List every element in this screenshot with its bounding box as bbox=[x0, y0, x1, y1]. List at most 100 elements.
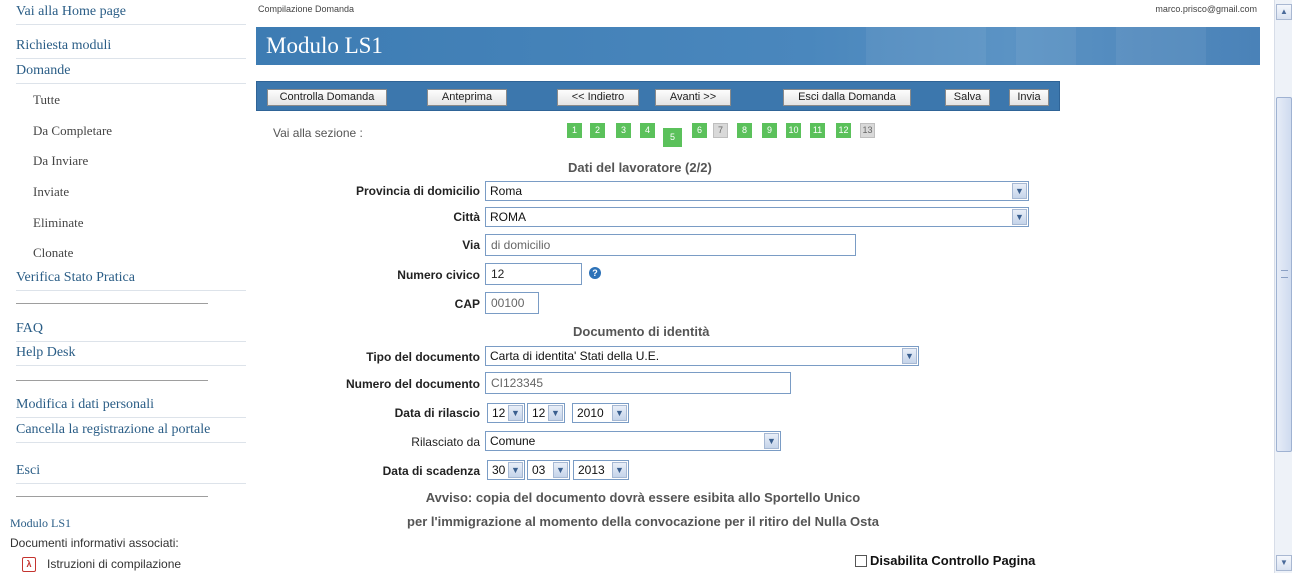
section-page-12[interactable]: 12 bbox=[836, 123, 851, 138]
rilascio-day-value: 12 bbox=[492, 406, 506, 420]
scroll-down-icon[interactable]: ▼ bbox=[1276, 555, 1292, 571]
section-page-6[interactable]: 6 bbox=[692, 123, 707, 138]
grip-icon bbox=[1281, 270, 1288, 278]
rilascio-day-select[interactable]: 12 ▼ bbox=[487, 403, 525, 423]
citta-label: Città bbox=[453, 210, 480, 224]
tipo-documento-value: Carta di identita' Stati della U.E. bbox=[490, 349, 660, 363]
nav-inviate[interactable]: Inviate bbox=[33, 182, 246, 204]
scadenza-day-select[interactable]: 30 ▼ bbox=[487, 460, 525, 480]
invia-button[interactable]: Invia bbox=[1009, 89, 1049, 106]
nav-domande[interactable]: Domande bbox=[16, 60, 246, 84]
rilasciato-da-label: Rilasciato da bbox=[411, 435, 480, 449]
rilascio-month-select[interactable]: 12 ▼ bbox=[527, 403, 565, 423]
avanti-button[interactable]: Avanti >> bbox=[655, 89, 731, 106]
section-page-3[interactable]: 3 bbox=[616, 123, 631, 138]
section-page-13[interactable]: 13 bbox=[860, 123, 875, 138]
rilasciato-da-value: Comune bbox=[490, 434, 536, 448]
section-page-10[interactable]: 10 bbox=[786, 123, 801, 138]
numero-documento-label: Numero del documento bbox=[345, 377, 480, 391]
scadenza-month-select[interactable]: 03 ▼ bbox=[527, 460, 570, 480]
indietro-button[interactable]: << Indietro bbox=[557, 89, 639, 106]
banner-decoration bbox=[1116, 27, 1206, 65]
cap-input[interactable]: 00100 bbox=[485, 292, 539, 314]
chevron-down-icon: ▼ bbox=[548, 405, 563, 421]
controlla-domanda-button[interactable]: Controlla Domanda bbox=[267, 89, 387, 106]
chevron-down-icon: ▼ bbox=[553, 462, 568, 478]
nav-faq[interactable]: FAQ bbox=[16, 318, 246, 342]
pdf-icon: λ bbox=[22, 556, 36, 572]
scadenza-day-value: 30 bbox=[492, 463, 506, 477]
section-page-7[interactable]: 7 bbox=[713, 123, 728, 138]
rilascio-year-value: 2010 bbox=[577, 406, 604, 420]
module-title: Modulo LS1 bbox=[10, 516, 72, 530]
docs-label: Documenti informativi associati: bbox=[10, 536, 179, 550]
esci-domanda-button[interactable]: Esci dalla Domanda bbox=[783, 89, 911, 106]
disable-check-label: Disabilita Controllo Pagina bbox=[870, 553, 1036, 568]
nav-richiesta-moduli[interactable]: Richiesta moduli bbox=[16, 35, 246, 59]
section-title-lavoratore: Dati del lavoratore (2/2) bbox=[568, 160, 712, 175]
nav-help-desk[interactable]: Help Desk bbox=[16, 342, 246, 366]
data-rilascio-label: Data di rilascio bbox=[394, 406, 480, 420]
nav-esci[interactable]: Esci bbox=[16, 460, 246, 484]
provincia-select[interactable]: Roma ▼ bbox=[485, 181, 1029, 201]
scrollbar[interactable]: ▲ ▼ bbox=[1274, 0, 1292, 573]
doc-label: Istruzioni di compilazione bbox=[47, 557, 182, 571]
chevron-down-icon: ▼ bbox=[508, 462, 523, 478]
salva-button[interactable]: Salva bbox=[945, 89, 990, 106]
nav-modifica-dati[interactable]: Modifica i dati personali bbox=[16, 394, 246, 418]
provincia-value: Roma bbox=[490, 184, 523, 198]
nav-verifica-stato[interactable]: Verifica Stato Pratica bbox=[16, 267, 246, 291]
rilascio-year-select[interactable]: 2010 ▼ bbox=[572, 403, 629, 423]
via-input[interactable]: di domicilio bbox=[485, 234, 856, 256]
chevron-down-icon: ▼ bbox=[508, 405, 523, 421]
sidebar-divider bbox=[16, 380, 208, 381]
sidebar-divider bbox=[16, 496, 208, 497]
scrollbar-thumb[interactable] bbox=[1276, 97, 1292, 452]
nav-da-inviare[interactable]: Da Inviare bbox=[33, 151, 246, 173]
notice-line-2: per l'immigrazione al momento della conv… bbox=[407, 514, 879, 529]
numero-civico-input[interactable]: 12 bbox=[485, 263, 582, 285]
page-banner: Modulo LS1 bbox=[256, 27, 1260, 65]
tipo-documento-select[interactable]: Carta di identita' Stati della U.E. ▼ bbox=[485, 346, 919, 366]
section-page-8[interactable]: 8 bbox=[737, 123, 752, 138]
nav-clonate[interactable]: Clonate bbox=[33, 243, 246, 265]
disable-check-control[interactable]: Disabilita Controllo Pagina bbox=[855, 553, 1035, 568]
chevron-down-icon: ▼ bbox=[612, 462, 627, 478]
sidebar-divider bbox=[16, 303, 208, 304]
scroll-up-icon[interactable]: ▲ bbox=[1276, 4, 1292, 20]
doc-link-istruzioni[interactable]: λ Istruzioni di compilazione bbox=[22, 556, 181, 572]
section-page-5-current[interactable]: 5 bbox=[663, 128, 682, 147]
banner-decoration bbox=[866, 27, 986, 65]
help-icon[interactable]: ? bbox=[589, 267, 601, 279]
section-page-4[interactable]: 4 bbox=[640, 123, 655, 138]
provincia-label: Provincia di domicilio bbox=[355, 184, 480, 198]
anteprima-button[interactable]: Anteprima bbox=[427, 89, 507, 106]
disable-check-checkbox[interactable] bbox=[855, 554, 867, 567]
section-page-11[interactable]: 11 bbox=[810, 123, 825, 138]
chevron-down-icon: ▼ bbox=[612, 405, 627, 421]
section-page-9[interactable]: 9 bbox=[762, 123, 777, 138]
rilasciato-da-select[interactable]: Comune ▼ bbox=[485, 431, 781, 451]
section-title-documento: Documento di identità bbox=[573, 324, 710, 339]
tipo-documento-label: Tipo del documento bbox=[366, 350, 480, 364]
toolbar: Controlla Domanda Anteprima << Indietro … bbox=[256, 81, 1060, 111]
cap-label: CAP bbox=[454, 297, 480, 311]
chevron-down-icon: ▼ bbox=[902, 348, 917, 364]
nav-da-completare[interactable]: Da Completare bbox=[33, 121, 246, 143]
section-page-1[interactable]: 1 bbox=[567, 123, 582, 138]
sidebar: Vai alla Home page Richiesta moduli Doma… bbox=[0, 0, 252, 573]
section-nav-label: Vai alla sezione : bbox=[273, 126, 363, 140]
nav-home[interactable]: Vai alla Home page bbox=[16, 1, 246, 25]
citta-value: ROMA bbox=[490, 210, 526, 224]
citta-select[interactable]: ROMA ▼ bbox=[485, 207, 1029, 227]
nav-eliminate[interactable]: Eliminate bbox=[33, 213, 246, 235]
breadcrumb: Compilazione Domanda bbox=[258, 4, 355, 14]
numero-documento-input[interactable]: CI123345 bbox=[485, 372, 791, 394]
rilascio-month-value: 12 bbox=[532, 406, 546, 420]
section-page-2[interactable]: 2 bbox=[590, 123, 605, 138]
nav-cancella-registrazione[interactable]: Cancella la registrazione al portale bbox=[16, 419, 246, 443]
nav-tutte[interactable]: Tutte bbox=[33, 90, 246, 112]
user-email: marco.prisco@gmail.com bbox=[1155, 4, 1257, 14]
scadenza-month-value: 03 bbox=[532, 463, 546, 477]
scadenza-year-select[interactable]: 2013 ▼ bbox=[573, 460, 629, 480]
